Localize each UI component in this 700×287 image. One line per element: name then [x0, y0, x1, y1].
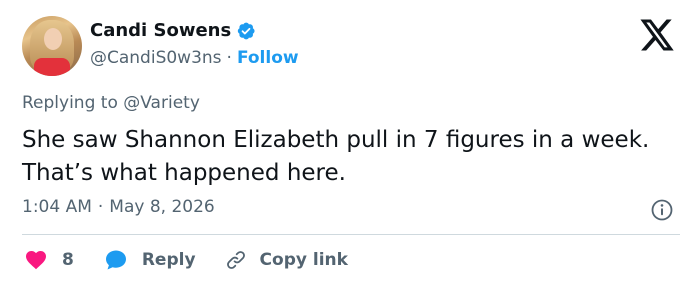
reply-context-prefix: Replying to — [22, 93, 118, 113]
like-button[interactable]: 8 — [24, 248, 74, 272]
reply-button[interactable]: Reply — [104, 248, 196, 272]
reply-context: Replying to @Variety — [22, 93, 200, 113]
tweet-text: She saw Shannon Elizabeth pull in 7 figu… — [22, 127, 650, 186]
tweet-time: 1:04 AM — [22, 197, 92, 217]
reply-context-mention[interactable]: @Variety — [123, 93, 200, 113]
speech-bubble-icon — [105, 250, 126, 270]
link-icon — [226, 251, 245, 269]
author-name[interactable]: Candi Sowens — [90, 20, 231, 41]
like-count: 8 — [62, 250, 74, 270]
avatar[interactable] — [22, 16, 82, 76]
verified-badge-icon — [238, 22, 255, 39]
tweet-date: May 8, 2026 — [109, 197, 215, 217]
avatar-clothing — [34, 58, 70, 76]
reply-label: Reply — [141, 250, 196, 270]
info-icon[interactable] — [650, 198, 674, 222]
x-logo-icon[interactable] — [638, 18, 676, 52]
action-bar: 8 Reply Copy link — [22, 246, 348, 274]
divider — [22, 234, 680, 235]
handle-separator: · — [226, 48, 232, 68]
author-handle-row: @CandiS0w3ns · Follow — [90, 48, 299, 68]
tweet-timestamp[interactable]: 1:04 AM · May 8, 2026 — [22, 197, 215, 217]
author-name-row: Candi Sowens — [90, 20, 256, 41]
heart-icon — [26, 251, 46, 270]
copy-link-button[interactable]: Copy link — [224, 248, 348, 272]
timestamp-separator: · — [97, 197, 104, 217]
copy-link-label: Copy link — [259, 250, 348, 270]
avatar-face — [44, 28, 62, 50]
author-handle[interactable]: @CandiS0w3ns — [90, 48, 222, 68]
follow-button[interactable]: Follow — [237, 48, 299, 68]
